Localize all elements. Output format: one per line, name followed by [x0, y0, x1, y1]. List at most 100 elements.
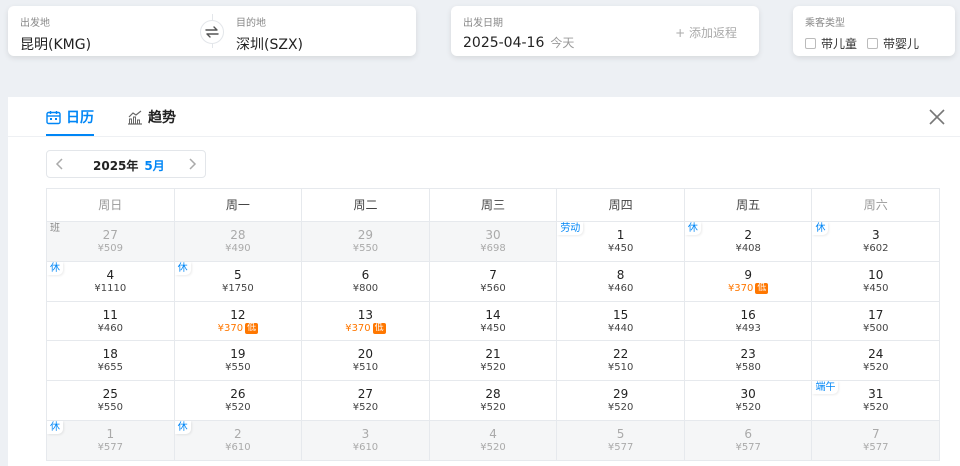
arrival-value[interactable]: 深圳(SZX) [236, 34, 406, 54]
calendar-day-cell[interactable]: 23 ¥580 [684, 341, 813, 382]
calendar-day-cell[interactable]: 17 ¥500 [812, 301, 941, 342]
calendar-day-cell[interactable]: 9 ¥370 低 [684, 261, 813, 302]
day-number: 30 [740, 387, 756, 402]
with-child-checkbox[interactable]: 带儿童 [805, 35, 857, 52]
calendar-weeks: 班 27 ¥509 28 ¥490 29 ¥550 30 ¥698 劳动 1 ¥450 休 2 ¥408 休 3… [47, 222, 941, 461]
panel-tabs: 日历 趋势 [8, 97, 960, 137]
calendar-day-cell[interactable]: 30 ¥698 [429, 222, 558, 262]
day-price-row: ¥520 [685, 402, 812, 414]
day-number: 23 [740, 347, 756, 362]
day-number: 2 [234, 426, 242, 441]
swap-cities-button[interactable] [200, 20, 224, 44]
calendar-day-cell[interactable]: 4 ¥520 [429, 420, 558, 461]
day-number: 5 [616, 426, 625, 441]
date-selector: 出发日期 2025-04-16 今天 + 添加返程 [451, 6, 759, 56]
year-label: 2025年 [93, 159, 139, 173]
day-price: ¥550 [97, 402, 124, 414]
day-number: 21 [485, 347, 501, 362]
checkbox-box[interactable] [805, 38, 816, 49]
arrival-field[interactable]: 目的地 深圳(SZX) [236, 14, 406, 54]
calendar-icon [46, 110, 61, 124]
calendar-day-cell[interactable]: 21 ¥520 [429, 341, 558, 382]
calendar-day-cell[interactable]: 6 ¥577 [684, 420, 813, 461]
add-return-button[interactable]: + 添加返程 [675, 24, 737, 41]
day-price-row: ¥698 [430, 243, 557, 255]
calendar-day-cell[interactable]: 7 ¥560 [429, 261, 558, 302]
close-icon[interactable] [928, 108, 946, 126]
day-price-row: ¥520 [430, 362, 557, 374]
calendar-day-cell[interactable]: 26 ¥520 [174, 381, 303, 421]
calendar-day-cell[interactable]: 10 ¥450 [812, 261, 941, 302]
calendar-day-cell[interactable]: 30 ¥520 [684, 381, 813, 421]
calendar-day-cell[interactable]: 12 ¥370 低 [174, 301, 303, 342]
departure-date-field[interactable]: 出发日期 2025-04-16 今天 [463, 14, 663, 51]
day-number: 16 [740, 307, 756, 322]
date-value[interactable]: 2025-04-16 [463, 35, 544, 51]
calendar-day-cell[interactable]: 20 ¥510 [302, 341, 430, 382]
checkbox-box[interactable] [867, 38, 879, 49]
day-number: 26 [230, 387, 246, 402]
chevron-left-icon[interactable] [55, 157, 65, 171]
day-price-row: ¥800 [302, 283, 429, 295]
calendar-day-cell[interactable]: 29 ¥550 [302, 222, 430, 262]
trend-chart-icon [128, 110, 142, 125]
calendar-day-cell[interactable]: 劳动 1 ¥450 [557, 222, 685, 262]
calendar-week-row: 休 4 ¥1110 休 5 ¥1750 6 ¥800 7 ¥560 8 ¥460 9 ¥370 低 10 ¥45… [47, 261, 941, 302]
calendar-day-cell[interactable]: 27 ¥520 [302, 381, 430, 421]
calendar-day-cell[interactable]: 11 ¥460 [47, 301, 175, 342]
low-price-badge: 低 [372, 322, 386, 334]
calendar-day-cell[interactable]: 28 ¥490 [174, 222, 303, 262]
calendar-day-cell[interactable]: 3 ¥610 [302, 420, 430, 461]
calendar-day-cell[interactable]: 19 ¥550 [174, 341, 303, 382]
calendar-day-cell[interactable]: 休 5 ¥1750 [174, 261, 303, 302]
calendar-day-cell[interactable]: 29 ¥520 [557, 381, 685, 421]
calendar-day-cell[interactable]: 休 3 ¥602 [812, 222, 941, 262]
departure-value[interactable]: 昆明(KMG) [20, 34, 200, 54]
day-price-row: ¥510 [557, 362, 684, 374]
calendar-day-cell[interactable]: 16 ¥493 [684, 301, 813, 342]
day-price: ¥560 [480, 282, 506, 294]
calendar-day-cell[interactable]: 28 ¥520 [429, 381, 558, 421]
calendar-week-row: 休 1 ¥577 休 2 ¥610 3 ¥610 4 ¥520 5 ¥577 6 ¥577 7 ¥577 [47, 420, 941, 461]
calendar-day-cell[interactable]: 8 ¥460 [557, 261, 685, 302]
month-navigator: 2025年 5月 [46, 150, 206, 178]
tab-trend[interactable]: 趋势 [127, 107, 176, 127]
calendar-day-cell[interactable]: 班 27 ¥509 [47, 222, 175, 262]
calendar-day-cell[interactable]: 15 ¥440 [557, 301, 685, 342]
calendar-day-cell[interactable]: 休 4 ¥1110 [47, 261, 175, 302]
calendar-day-cell[interactable]: 端午 31 ¥520 [812, 381, 941, 421]
calendar-day-cell[interactable]: 休 1 ¥577 [47, 420, 175, 461]
holiday-tag: 休 [47, 420, 63, 434]
day-price: ¥450 [480, 322, 506, 334]
day-price-row: ¥550 [47, 402, 174, 414]
holiday-tag: 休 [47, 261, 63, 275]
calendar-day-cell[interactable]: 18 ¥655 [47, 341, 175, 382]
departure-field[interactable]: 出发地 昆明(KMG) [20, 14, 200, 54]
day-price-row: ¥1750 [175, 283, 302, 295]
day-price-row: ¥450 [812, 283, 939, 295]
holiday-tag: 休 [812, 222, 829, 235]
date-label: 出发日期 [463, 18, 503, 29]
holiday-tag: 休 [174, 261, 191, 275]
calendar-day-cell[interactable]: 13 ¥370 低 [302, 301, 430, 342]
calendar-day-cell[interactable]: 6 ¥800 [302, 261, 430, 302]
calendar-week-row: 18 ¥655 19 ¥550 20 ¥510 21 ¥520 22 ¥510 23 ¥580 24 ¥5… [47, 341, 941, 382]
calendar-day-cell[interactable]: 22 ¥510 [557, 341, 685, 382]
calendar-day-cell[interactable]: 休 2 ¥408 [684, 222, 813, 262]
day-number: 28 [230, 228, 246, 242]
calendar-day-cell[interactable]: 5 ¥577 [557, 420, 685, 461]
day-price: ¥490 [225, 243, 251, 254]
day-number: 29 [612, 387, 629, 402]
day-price-row: ¥520 [430, 402, 557, 414]
calendar-day-cell[interactable]: 14 ¥450 [429, 301, 558, 342]
calendar-day-cell[interactable]: 7 ¥577 [812, 420, 941, 461]
day-price: ¥510 [352, 362, 379, 374]
calendar-day-cell[interactable]: 休 2 ¥610 [174, 420, 303, 461]
calendar-day-cell[interactable]: 25 ¥550 [47, 381, 175, 421]
with-infant-checkbox[interactable]: 带婴儿 [867, 35, 919, 52]
chevron-right-icon[interactable] [187, 157, 197, 171]
calendar-day-cell[interactable]: 24 ¥520 [812, 341, 941, 382]
day-number: 27 [357, 387, 374, 402]
day-price-row: ¥510 [302, 362, 429, 374]
tab-calendar[interactable]: 日历 [46, 107, 94, 127]
